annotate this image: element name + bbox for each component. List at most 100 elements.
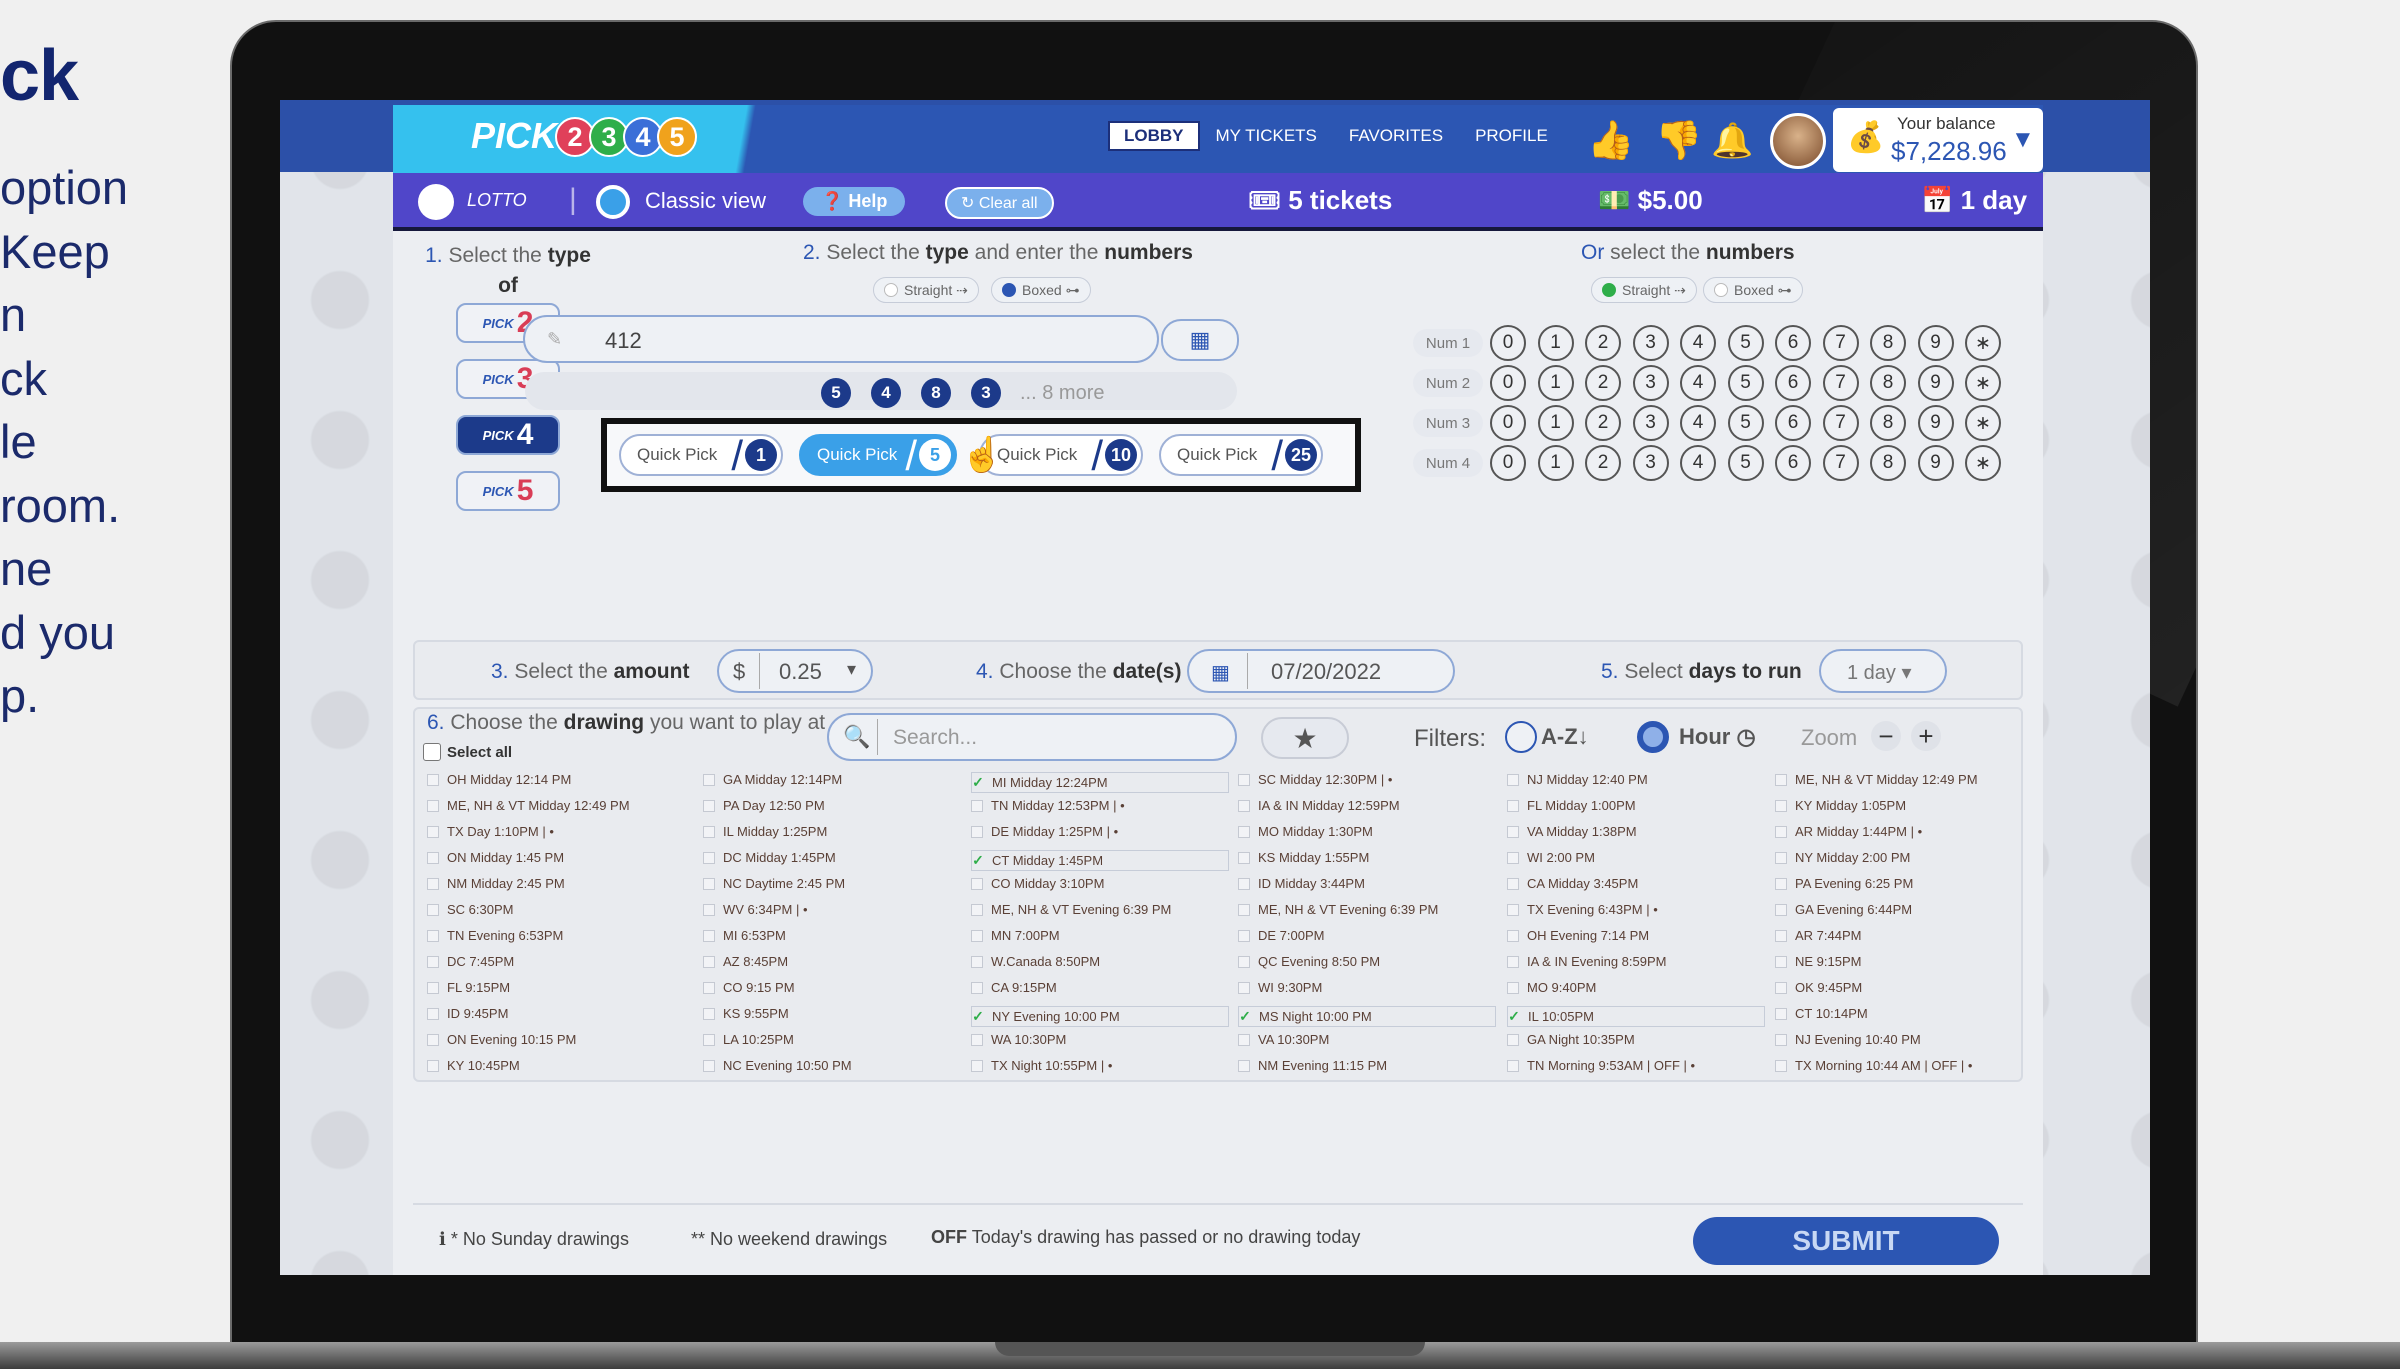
drawing-checkbox[interactable] — [427, 955, 439, 968]
number-ball[interactable]: 6 — [1775, 405, 1811, 441]
number-ball[interactable]: 0 — [1490, 405, 1526, 441]
drawing-checkbox[interactable] — [1507, 955, 1519, 968]
drawing-checkbox[interactable] — [1238, 929, 1250, 942]
drawing-item[interactable]: ID 9:45PM — [427, 1006, 508, 1021]
quick-pick-25-button[interactable]: Quick Pick /25 — [1159, 432, 1323, 479]
drawing-checkbox[interactable] — [1507, 929, 1519, 942]
drawing-item[interactable]: DE Midday 1:25PM | • — [971, 824, 1118, 839]
number-ball[interactable]: 6 — [1775, 325, 1811, 361]
number-ball[interactable]: 9 — [1917, 325, 1954, 361]
drawing-item[interactable]: MN 7:00PM — [971, 928, 1060, 943]
drawing-item[interactable]: KS 9:55PM — [703, 1006, 789, 1021]
drawing-item[interactable]: SC Midday 12:30PM | • — [1238, 772, 1392, 787]
quick-pick-1-button[interactable]: Quick Pick /1 — [619, 432, 783, 479]
number-ball[interactable]: 1 — [1537, 445, 1574, 481]
drawing-item[interactable]: CA 9:15PM — [971, 980, 1057, 995]
drawing-checkbox[interactable] — [1775, 981, 1787, 994]
drawing-checkbox[interactable] — [971, 825, 983, 838]
number-ball[interactable]: 9 — [1917, 445, 1954, 481]
number-ball[interactable]: 2 — [1585, 325, 1621, 361]
drawing-checkbox[interactable] — [1775, 1059, 1787, 1072]
drawing-item[interactable]: CO Midday 3:10PM — [971, 876, 1104, 891]
number-ball[interactable]: 1 — [1537, 365, 1574, 401]
drawing-item[interactable]: NJ Midday 12:40 PM — [1507, 772, 1648, 787]
drawing-checkbox[interactable] — [427, 1059, 439, 1072]
drawing-checkbox[interactable] — [1775, 825, 1787, 838]
drawing-checkbox[interactable] — [703, 955, 715, 968]
search-field[interactable]: 🔍 Search... — [827, 713, 1237, 761]
drawing-item[interactable]: KY Midday 1:05PM — [1775, 798, 1906, 813]
drawing-checkbox[interactable] — [1238, 955, 1250, 968]
drawing-checkbox[interactable] — [1775, 903, 1787, 916]
number-ball[interactable]: 4 — [1680, 365, 1716, 401]
clear-all-button[interactable]: ↻ Clear all — [945, 187, 1054, 219]
drawing-checkbox[interactable] — [703, 877, 715, 890]
drawing-item[interactable]: TN Evening 6:53PM — [427, 928, 563, 943]
drawing-item[interactable]: NC Daytime 2:45 PM — [703, 876, 845, 891]
checkmark-icon[interactable]: ✓ — [1239, 1008, 1251, 1024]
quick-pick-10-button[interactable]: Quick Pick /10 — [979, 432, 1143, 479]
drawing-checkbox[interactable] — [971, 799, 983, 812]
drawing-item[interactable]: DC 7:45PM — [427, 954, 514, 969]
drawing-checkbox[interactable] — [703, 825, 715, 838]
number-ball[interactable]: 3 — [1632, 325, 1669, 361]
number-ball[interactable]: 6 — [1775, 365, 1811, 401]
drawing-checkbox[interactable] — [1507, 773, 1519, 786]
number-ball[interactable]: 8 — [1870, 445, 1906, 481]
number-ball[interactable]: 1 — [1537, 325, 1574, 361]
drawing-item[interactable]: ON Evening 10:15 PM — [427, 1032, 576, 1047]
classic-view-toggle[interactable] — [596, 185, 630, 219]
checkmark-icon[interactable]: ✓ — [972, 852, 984, 868]
drawing-checkbox[interactable] — [1507, 851, 1519, 864]
straight-chip[interactable]: Straight ⇢ — [873, 277, 979, 303]
drawing-item[interactable]: ✓ MS Night 10:00 PM — [1238, 1006, 1496, 1027]
select-all-checkbox[interactable]: Select all — [423, 743, 512, 761]
pick-4-button[interactable]: PICK 4 — [456, 415, 560, 455]
number-ball[interactable]: 6 — [1775, 445, 1811, 481]
drawing-checkbox[interactable] — [1507, 1059, 1519, 1072]
number-ball[interactable]: ∗ — [1965, 325, 2001, 361]
drawing-checkbox[interactable] — [1775, 877, 1787, 890]
drawing-checkbox[interactable] — [703, 773, 715, 786]
number-ball[interactable]: 3 — [1632, 445, 1669, 481]
drawing-item[interactable]: ME, NH & VT Midday 12:49 PM — [1775, 772, 1978, 787]
drawing-checkbox[interactable] — [703, 1059, 715, 1072]
number-ball[interactable]: 2 — [1585, 365, 1621, 401]
drawing-item[interactable]: DE 7:00PM — [1238, 928, 1324, 943]
drawing-checkbox[interactable] — [703, 981, 715, 994]
drawing-item[interactable]: NE 9:15PM — [1775, 954, 1861, 969]
drawing-item[interactable]: MO 9:40PM — [1507, 980, 1596, 995]
drawing-item[interactable]: KS Midday 1:55PM — [1238, 850, 1369, 865]
drawing-item[interactable]: WV 6:34PM | • — [703, 902, 808, 917]
drawing-checkbox[interactable] — [427, 825, 439, 838]
drawing-item[interactable]: OH Midday 12:14 PM — [427, 772, 571, 787]
drawing-checkbox[interactable] — [1507, 1033, 1519, 1046]
drawing-item[interactable]: ME, NH & VT Evening 6:39 PM — [971, 902, 1171, 917]
drawing-checkbox[interactable] — [703, 799, 715, 812]
number-ball[interactable]: 0 — [1490, 365, 1526, 401]
drawing-checkbox[interactable] — [971, 929, 983, 942]
drawing-item[interactable]: SC 6:30PM — [427, 902, 513, 917]
number-ball[interactable]: 1 — [1537, 405, 1574, 441]
number-ball[interactable]: 7 — [1822, 325, 1859, 361]
drawing-checkbox[interactable] — [703, 1033, 715, 1046]
drawing-item[interactable]: ON Midday 1:45 PM — [427, 850, 564, 865]
number-ball[interactable]: 8 — [1870, 405, 1906, 441]
drawing-checkbox[interactable] — [1238, 825, 1250, 838]
checkmark-icon[interactable]: ✓ — [1508, 1008, 1520, 1024]
number-ball[interactable]: 8 — [1870, 325, 1906, 361]
drawing-checkbox[interactable] — [703, 903, 715, 916]
drawing-checkbox[interactable] — [427, 1007, 439, 1020]
drawing-item[interactable]: MI 6:53PM — [703, 928, 786, 943]
checkmark-icon[interactable]: ✓ — [972, 774, 984, 790]
drawing-checkbox[interactable] — [1238, 1059, 1250, 1072]
drawing-checkbox[interactable] — [427, 877, 439, 890]
drawing-item[interactable]: OH Evening 7:14 PM — [1507, 928, 1649, 943]
drawing-item[interactable]: CA Midday 3:45PM — [1507, 876, 1638, 891]
nav-favorites[interactable]: FAVORITES — [1349, 126, 1443, 146]
zoom-out-button[interactable]: − — [1871, 721, 1901, 751]
drawing-checkbox[interactable] — [1238, 773, 1250, 786]
quick-pick-5-button[interactable]: Quick Pick /5 — [799, 432, 957, 479]
number-ball[interactable]: 4 — [1680, 405, 1716, 441]
drawing-item[interactable]: TX Evening 6:43PM | • — [1507, 902, 1658, 917]
